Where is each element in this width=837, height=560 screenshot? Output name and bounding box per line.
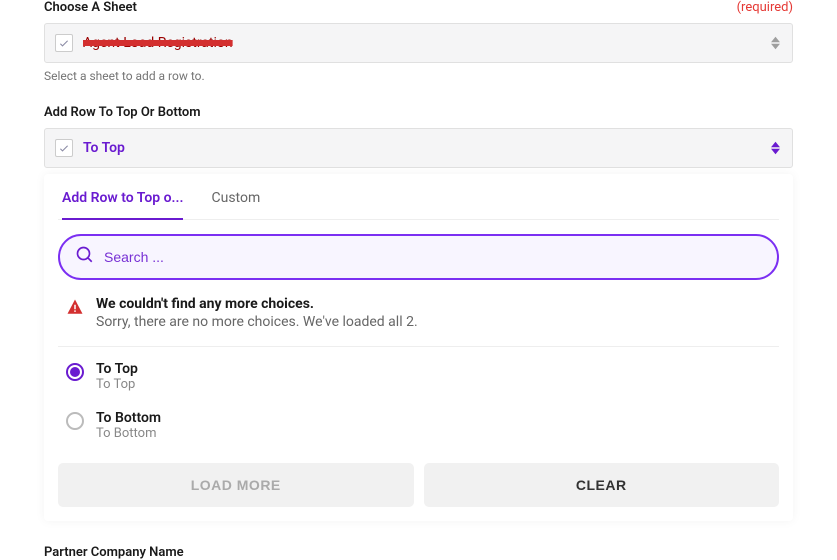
option-sublabel: To Bottom — [96, 426, 161, 441]
chevron-sort-icon — [771, 37, 780, 50]
load-more-button[interactable]: LOAD MORE — [58, 463, 414, 507]
tabs: Add Row to Top o... Custom — [58, 174, 779, 220]
position-select[interactable]: To Top — [44, 128, 793, 168]
checkbox-icon — [55, 34, 73, 52]
radio-unselected-icon — [66, 412, 84, 430]
option-sublabel: To Top — [96, 377, 138, 392]
search-box[interactable] — [58, 234, 779, 280]
dropdown-panel: Add Row to Top o... Custom We couldn't f… — [44, 174, 793, 521]
tab-custom[interactable]: Custom — [211, 174, 260, 220]
sheet-selected-value: Agent Load Registration — [83, 35, 233, 51]
position-selected-value: To Top — [83, 140, 125, 156]
sheet-helper-text: Select a sheet to add a row to. — [44, 69, 793, 83]
warning-icon — [66, 298, 84, 330]
radio-selected-icon — [66, 363, 84, 381]
option-to-bottom[interactable]: To Bottom To Bottom — [58, 396, 779, 445]
warning-block: We couldn't find any more choices. Sorry… — [58, 280, 779, 347]
warning-title: We couldn't find any more choices. — [96, 296, 418, 312]
clear-button[interactable]: CLEAR — [424, 463, 780, 507]
required-indicator: (required) — [737, 0, 793, 15]
sheet-field-label: Choose A Sheet — [44, 0, 137, 15]
sheet-select[interactable]: Agent Load Registration — [44, 23, 793, 63]
position-field-label: Add Row To Top Or Bottom — [44, 105, 201, 120]
option-label: To Bottom — [96, 410, 161, 426]
search-icon — [76, 246, 94, 268]
option-label: To Top — [96, 361, 138, 377]
chevron-sort-icon — [771, 142, 780, 155]
tab-add-row[interactable]: Add Row to Top o... — [62, 174, 183, 220]
option-to-top[interactable]: To Top To Top — [58, 347, 779, 396]
checkbox-icon — [55, 139, 73, 157]
partner-company-label: Partner Company Name — [44, 545, 793, 560]
warning-subtitle: Sorry, there are no more choices. We've … — [96, 314, 418, 330]
search-input[interactable] — [104, 249, 761, 265]
